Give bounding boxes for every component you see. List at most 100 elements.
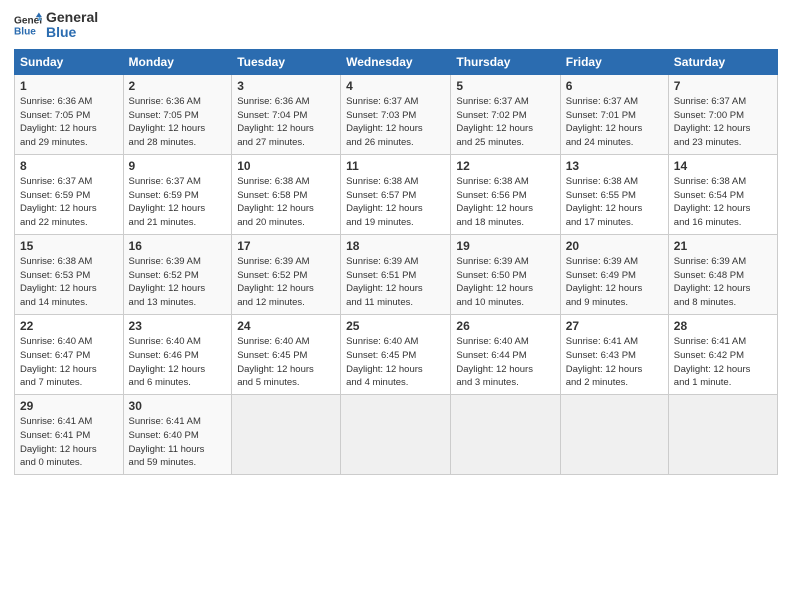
header-day-monday: Monday bbox=[123, 49, 232, 74]
day-number: 7 bbox=[674, 79, 772, 93]
day-info: Sunrise: 6:36 AM Sunset: 7:05 PM Dayligh… bbox=[129, 95, 227, 150]
day-number: 25 bbox=[346, 319, 445, 333]
calendar-cell: 15 Sunrise: 6:38 AM Sunset: 6:53 PM Dayli… bbox=[15, 234, 124, 314]
calendar-cell: 27 Sunrise: 6:41 AM Sunset: 6:43 PM Dayli… bbox=[560, 314, 668, 394]
day-number: 15 bbox=[20, 239, 118, 253]
calendar-header-row: SundayMondayTuesdayWednesdayThursdayFrid… bbox=[15, 49, 778, 74]
calendar-week-1: 1 Sunrise: 6:36 AM Sunset: 7:05 PM Daylig… bbox=[15, 74, 778, 154]
calendar-cell: 9Sunrise: 6:37 AM Sunset: 6:59 PM Daylig… bbox=[123, 154, 232, 234]
calendar-cell: 17Sunrise: 6:39 AM Sunset: 6:52 PM Dayli… bbox=[232, 234, 341, 314]
day-number: 23 bbox=[129, 319, 227, 333]
calendar-cell: 21 Sunrise: 6:39 AM Sunset: 6:48 PM Dayli… bbox=[668, 234, 777, 314]
calendar-cell: 25 Sunrise: 6:40 AM Sunset: 6:45 PM Dayli… bbox=[341, 314, 451, 394]
day-info: Sunrise: 6:40 AM Sunset: 6:47 PM Dayligh… bbox=[20, 335, 118, 390]
day-info: Sunrise: 6:36 AM Sunset: 7:05 PM Dayligh… bbox=[20, 95, 118, 150]
day-number: 24 bbox=[237, 319, 335, 333]
day-number: 5 bbox=[456, 79, 554, 93]
day-info: Sunrise: 6:40 AM Sunset: 6:45 PM Dayligh… bbox=[237, 335, 335, 390]
calendar-body: 1 Sunrise: 6:36 AM Sunset: 7:05 PM Daylig… bbox=[15, 74, 778, 474]
day-number: 11 bbox=[346, 159, 445, 173]
day-info: Sunrise: 6:39 AM Sunset: 6:52 PM Dayligh… bbox=[129, 255, 227, 310]
page-container: General Blue General Blue SundayMondayTu… bbox=[0, 0, 792, 485]
day-info: Sunrise: 6:39 AM Sunset: 6:52 PM Dayligh… bbox=[237, 255, 335, 310]
day-info: Sunrise: 6:40 AM Sunset: 6:45 PM Dayligh… bbox=[346, 335, 445, 390]
day-number: 22 bbox=[20, 319, 118, 333]
calendar-cell: 14 Sunrise: 6:38 AM Sunset: 6:54 PM Dayli… bbox=[668, 154, 777, 234]
calendar-week-2: 8Sunrise: 6:37 AM Sunset: 6:59 PM Daylig… bbox=[15, 154, 778, 234]
header-day-sunday: Sunday bbox=[15, 49, 124, 74]
day-info: Sunrise: 6:38 AM Sunset: 6:57 PM Dayligh… bbox=[346, 175, 445, 230]
calendar-cell: 23Sunrise: 6:40 AM Sunset: 6:46 PM Dayli… bbox=[123, 314, 232, 394]
day-number: 30 bbox=[129, 399, 227, 413]
day-number: 1 bbox=[20, 79, 118, 93]
logo-blue-text: Blue bbox=[46, 25, 98, 40]
day-info: Sunrise: 6:36 AM Sunset: 7:04 PM Dayligh… bbox=[237, 95, 335, 150]
calendar-week-4: 22 Sunrise: 6:40 AM Sunset: 6:47 PM Dayli… bbox=[15, 314, 778, 394]
day-info: Sunrise: 6:41 AM Sunset: 6:42 PM Dayligh… bbox=[674, 335, 772, 390]
header-day-saturday: Saturday bbox=[668, 49, 777, 74]
day-info: Sunrise: 6:40 AM Sunset: 6:44 PM Dayligh… bbox=[456, 335, 554, 390]
calendar-cell: 24 Sunrise: 6:40 AM Sunset: 6:45 PM Dayli… bbox=[232, 314, 341, 394]
day-info: Sunrise: 6:39 AM Sunset: 6:50 PM Dayligh… bbox=[456, 255, 554, 310]
day-info: Sunrise: 6:39 AM Sunset: 6:48 PM Dayligh… bbox=[674, 255, 772, 310]
calendar-cell: 26 Sunrise: 6:40 AM Sunset: 6:44 PM Dayli… bbox=[451, 314, 560, 394]
calendar-cell: 5 Sunrise: 6:37 AM Sunset: 7:02 PM Daylig… bbox=[451, 74, 560, 154]
day-info: Sunrise: 6:41 AM Sunset: 6:40 PM Dayligh… bbox=[129, 415, 227, 470]
day-info: Sunrise: 6:38 AM Sunset: 6:53 PM Dayligh… bbox=[20, 255, 118, 310]
day-info: Sunrise: 6:39 AM Sunset: 6:49 PM Dayligh… bbox=[566, 255, 663, 310]
svg-text:Blue: Blue bbox=[14, 27, 36, 38]
day-info: Sunrise: 6:39 AM Sunset: 6:51 PM Dayligh… bbox=[346, 255, 445, 310]
calendar-cell: 30 Sunrise: 6:41 AM Sunset: 6:40 PM Dayli… bbox=[123, 395, 232, 475]
calendar-cell: 6Sunrise: 6:37 AM Sunset: 7:01 PM Daylig… bbox=[560, 74, 668, 154]
logo-icon: General Blue bbox=[14, 11, 42, 39]
calendar-cell bbox=[668, 395, 777, 475]
header: General Blue General Blue bbox=[14, 10, 778, 41]
day-info: Sunrise: 6:37 AM Sunset: 7:02 PM Dayligh… bbox=[456, 95, 554, 150]
header-day-friday: Friday bbox=[560, 49, 668, 74]
calendar-cell bbox=[451, 395, 560, 475]
day-info: Sunrise: 6:41 AM Sunset: 6:41 PM Dayligh… bbox=[20, 415, 118, 470]
day-number: 4 bbox=[346, 79, 445, 93]
day-number: 10 bbox=[237, 159, 335, 173]
header-day-thursday: Thursday bbox=[451, 49, 560, 74]
day-number: 3 bbox=[237, 79, 335, 93]
calendar-cell: 20 Sunrise: 6:39 AM Sunset: 6:49 PM Dayli… bbox=[560, 234, 668, 314]
calendar-table: SundayMondayTuesdayWednesdayThursdayFrid… bbox=[14, 49, 778, 475]
day-number: 29 bbox=[20, 399, 118, 413]
calendar-cell: 4 Sunrise: 6:37 AM Sunset: 7:03 PM Daylig… bbox=[341, 74, 451, 154]
calendar-cell: 28 Sunrise: 6:41 AM Sunset: 6:42 PM Dayli… bbox=[668, 314, 777, 394]
day-info: Sunrise: 6:38 AM Sunset: 6:58 PM Dayligh… bbox=[237, 175, 335, 230]
day-number: 12 bbox=[456, 159, 554, 173]
calendar-cell: 29 Sunrise: 6:41 AM Sunset: 6:41 PM Dayli… bbox=[15, 395, 124, 475]
header-day-wednesday: Wednesday bbox=[341, 49, 451, 74]
day-number: 14 bbox=[674, 159, 772, 173]
logo-general-text: General bbox=[46, 10, 98, 25]
calendar-cell: 2 Sunrise: 6:36 AM Sunset: 7:05 PM Daylig… bbox=[123, 74, 232, 154]
calendar-cell bbox=[232, 395, 341, 475]
logo: General Blue General Blue bbox=[14, 10, 98, 41]
day-info: Sunrise: 6:41 AM Sunset: 6:43 PM Dayligh… bbox=[566, 335, 663, 390]
day-number: 26 bbox=[456, 319, 554, 333]
day-number: 20 bbox=[566, 239, 663, 253]
header-day-tuesday: Tuesday bbox=[232, 49, 341, 74]
day-number: 27 bbox=[566, 319, 663, 333]
day-number: 28 bbox=[674, 319, 772, 333]
day-number: 19 bbox=[456, 239, 554, 253]
calendar-cell: 10 Sunrise: 6:38 AM Sunset: 6:58 PM Dayli… bbox=[232, 154, 341, 234]
day-info: Sunrise: 6:38 AM Sunset: 6:54 PM Dayligh… bbox=[674, 175, 772, 230]
day-number: 16 bbox=[129, 239, 227, 253]
day-info: Sunrise: 6:37 AM Sunset: 7:03 PM Dayligh… bbox=[346, 95, 445, 150]
day-number: 18 bbox=[346, 239, 445, 253]
day-info: Sunrise: 6:37 AM Sunset: 7:00 PM Dayligh… bbox=[674, 95, 772, 150]
day-number: 21 bbox=[674, 239, 772, 253]
calendar-cell: 19 Sunrise: 6:39 AM Sunset: 6:50 PM Dayli… bbox=[451, 234, 560, 314]
day-number: 6 bbox=[566, 79, 663, 93]
calendar-cell: 18 Sunrise: 6:39 AM Sunset: 6:51 PM Dayli… bbox=[341, 234, 451, 314]
day-number: 9 bbox=[129, 159, 227, 173]
calendar-cell: 22 Sunrise: 6:40 AM Sunset: 6:47 PM Dayli… bbox=[15, 314, 124, 394]
day-info: Sunrise: 6:38 AM Sunset: 6:56 PM Dayligh… bbox=[456, 175, 554, 230]
calendar-cell: 8Sunrise: 6:37 AM Sunset: 6:59 PM Daylig… bbox=[15, 154, 124, 234]
calendar-cell: 7 Sunrise: 6:37 AM Sunset: 7:00 PM Daylig… bbox=[668, 74, 777, 154]
day-number: 2 bbox=[129, 79, 227, 93]
day-info: Sunrise: 6:37 AM Sunset: 6:59 PM Dayligh… bbox=[20, 175, 118, 230]
